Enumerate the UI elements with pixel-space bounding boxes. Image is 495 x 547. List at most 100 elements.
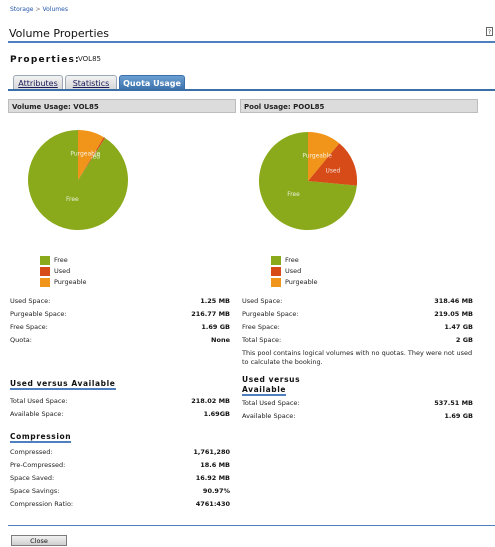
pool-used-vs-available-title-line1: Used versus	[242, 375, 301, 384]
properties-heading: Properties:	[10, 55, 80, 65]
page-title: Volume Properties	[9, 27, 109, 40]
breadcrumb: Storage > Volumes	[10, 6, 68, 13]
pool-pie-slice-label-purgeable: Purgeable	[302, 154, 332, 160]
stat-value: 219.05 MB	[434, 310, 473, 318]
stat-label: Compression Ratio:	[10, 500, 74, 508]
legend-item-free: Free	[40, 255, 87, 266]
pool-usage-legend: Free Used Purgeable	[271, 255, 318, 288]
stat-value: 1.25 MB	[200, 297, 230, 305]
pool-total-used-row: Total Used Space: 537.51 MB	[242, 398, 473, 409]
pool-pie-slice-label-free: Free	[287, 192, 300, 198]
compression-space-saved-row: Space Saved: 16.92 MB	[10, 473, 230, 484]
stat-label: Used Space:	[10, 297, 51, 305]
legend-item-free: Free	[271, 255, 318, 266]
stat-label: Compressed:	[10, 448, 53, 456]
legend-label-used: Used	[285, 267, 302, 275]
stat-label: Free Space:	[242, 323, 280, 331]
volume-purgeable-space-row: Purgeable Space: 216.77 MB	[10, 309, 230, 320]
breadcrumb-storage-link[interactable]: Storage	[10, 6, 33, 13]
volume-usage-label: Volume Usage:	[12, 103, 71, 111]
pool-available-row: Available Space: 1.69 GB	[242, 411, 473, 422]
stat-value: 1.69 GB	[444, 412, 473, 420]
title-divider	[8, 41, 495, 43]
legend-swatch-used	[40, 267, 50, 276]
volume-usage-name: VOL85	[73, 103, 99, 111]
stat-label: Available Space:	[10, 410, 64, 418]
legend-swatch-purgeable	[40, 278, 50, 287]
stat-value: 1.69GB	[203, 410, 230, 418]
pool-usage-header: Pool Usage: POOL85	[240, 99, 478, 113]
pool-usage-name: POOL85	[293, 103, 325, 111]
stat-label: Space Savings:	[10, 487, 60, 495]
pool-pie-slice-label-used: Used	[326, 169, 341, 175]
stat-value: 318.46 MB	[434, 297, 473, 305]
compression-compressed-row: Compressed: 1,761,280	[10, 447, 230, 458]
stat-value: 1.69 GB	[201, 323, 230, 331]
legend-label-free: Free	[285, 256, 299, 264]
stat-value: 18.6 MB	[200, 461, 230, 469]
close-button[interactable]: Close	[11, 535, 67, 546]
properties-volume-name: VOL85	[78, 55, 101, 63]
volume-usage-pie-chart: FreeUsedPurgeable	[27, 130, 128, 230]
legend-swatch-free	[271, 256, 281, 265]
stat-value: 216.77 MB	[191, 310, 230, 318]
stat-label: Purgeable Space:	[10, 310, 67, 318]
tab-divider	[8, 89, 495, 91]
legend-swatch-purgeable	[271, 278, 281, 287]
pool-usage-pie-chart: Free Used Purgeable	[258, 131, 358, 231]
compression-space-savings-row: Space Savings: 90.97%	[10, 486, 230, 497]
pool-free-space-row: Free Space: 1.47 GB	[242, 322, 473, 333]
pool-quota-note: This pool contains logical volumes with …	[242, 349, 473, 366]
tab-attributes[interactable]: Attributes	[13, 75, 63, 90]
volume-quota-row: Quota: None	[10, 335, 230, 346]
legend-item-purgeable: Purgeable	[40, 277, 87, 288]
help-icon[interactable]: ?	[486, 27, 493, 36]
volume-usage-header: Volume Usage: VOL85	[8, 99, 236, 113]
stat-value: 1,761,280	[193, 448, 230, 456]
stat-label: Free Space:	[10, 323, 48, 331]
stat-label: Total Used Space:	[10, 397, 68, 405]
stat-label: Total Space:	[242, 336, 282, 344]
stat-label: Quota:	[10, 336, 32, 344]
tab-quota-usage[interactable]: Quota Usage	[119, 75, 185, 90]
volume-used-space-row: Used Space: 1.25 MB	[10, 296, 230, 307]
volume-pie-slice-free	[27, 130, 128, 230]
breadcrumb-separator: >	[35, 6, 41, 13]
stat-value: 16.92 MB	[195, 474, 230, 482]
stat-value: 537.51 MB	[434, 399, 473, 407]
compression-ratio-row: Compression Ratio: 4761:430	[10, 499, 230, 510]
pool-total-space-row: Total Space: 2 GB	[242, 335, 473, 346]
stat-label: Used Space:	[242, 297, 283, 305]
volume-available-row: Available Space: 1.69GB	[10, 409, 230, 420]
legend-item-used: Used	[40, 266, 87, 277]
stat-value: 218.02 MB	[191, 397, 230, 405]
legend-swatch-free	[40, 256, 50, 265]
compression-title: Compression	[10, 432, 72, 443]
tab-statistics[interactable]: Statistics	[65, 75, 117, 90]
volume-usage-legend: Free Used Purgeable	[40, 255, 87, 288]
pool-purgeable-space-row: Purgeable Space: 219.05 MB	[242, 309, 473, 320]
volume-pie-slice-label-free: Free	[66, 196, 79, 203]
pool-used-space-row: Used Space: 318.46 MB	[242, 296, 473, 307]
volume-total-used-row: Total Used Space: 218.02 MB	[10, 396, 230, 407]
stat-value: 4761:430	[195, 500, 230, 508]
stat-value: 2 GB	[455, 336, 473, 344]
stat-label: Pre-Compressed:	[10, 461, 66, 469]
volume-pie-slice-label-purgeable: Purgeable	[70, 150, 100, 157]
stat-label: Purgeable Space:	[242, 310, 299, 318]
legend-item-used: Used	[271, 266, 318, 277]
legend-label-free: Free	[54, 256, 68, 264]
volume-free-space-row: Free Space: 1.69 GB	[10, 322, 230, 333]
legend-swatch-used	[271, 267, 281, 276]
footer-divider	[8, 525, 495, 526]
volume-used-vs-available-title: Used versus Available	[10, 379, 116, 390]
legend-label-used: Used	[54, 267, 71, 275]
stat-label: Available Space:	[242, 412, 296, 420]
stat-value: 90.97%	[202, 487, 230, 495]
stat-value: 1.47 GB	[444, 323, 473, 331]
stat-label: Total Used Space:	[242, 399, 300, 407]
legend-label-purgeable: Purgeable	[285, 278, 318, 286]
pool-usage-label: Pool Usage:	[244, 103, 291, 111]
breadcrumb-volumes-link[interactable]: Volumes	[43, 6, 68, 13]
legend-label-purgeable: Purgeable	[54, 278, 87, 286]
